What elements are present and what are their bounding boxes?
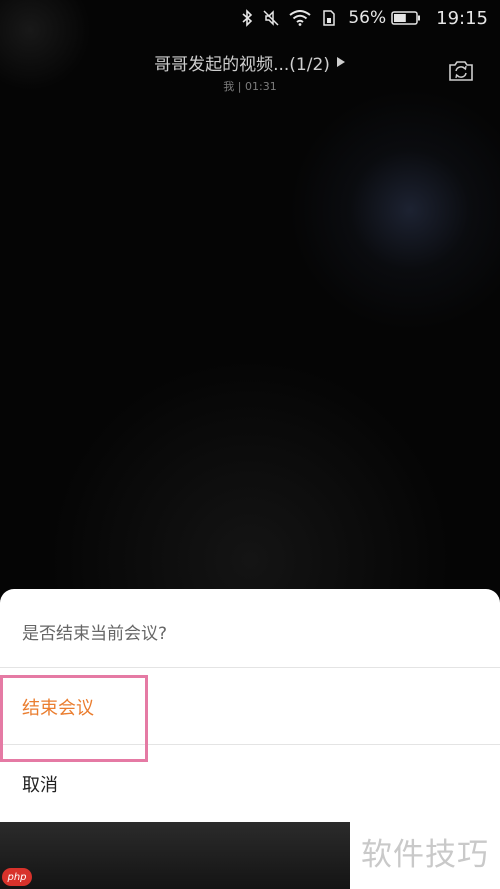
- battery-percent: 56%: [348, 8, 387, 28]
- play-arrow-icon: [336, 53, 346, 73]
- dialog-divider: [0, 667, 500, 668]
- php-badge: php: [2, 868, 32, 886]
- dialog-divider: [0, 744, 500, 745]
- sim-icon: [321, 10, 337, 26]
- call-title: 哥哥发起的视频...(1/2): [154, 55, 330, 75]
- dialog-title: 是否结束当前会议?: [22, 624, 168, 644]
- video-call-screen: 56% 19:15 哥哥发起的视频...(1/2) 我 | 01:31 是否结束…: [0, 0, 500, 889]
- call-header: 哥哥发起的视频...(1/2) 我 | 01:31: [0, 50, 500, 94]
- bluetooth-icon: [241, 9, 253, 27]
- end-meeting-button[interactable]: 结束会议: [0, 669, 500, 745]
- mute-icon: [263, 9, 279, 27]
- cancel-label: 取消: [22, 775, 58, 796]
- cancel-button[interactable]: 取消: [0, 746, 500, 822]
- call-duration: 我 | 01:31: [223, 80, 277, 93]
- watermark-text: 软件技巧: [361, 836, 489, 873]
- status-bar: 56% 19:15: [0, 0, 500, 36]
- end-meeting-dialog: 是否结束当前会议? 结束会议 取消: [0, 589, 500, 822]
- switch-camera-icon[interactable]: [447, 58, 475, 84]
- watermark: 软件技巧: [350, 813, 500, 889]
- wifi-icon: [289, 10, 311, 26]
- end-meeting-label: 结束会议: [22, 698, 94, 719]
- clock: 19:15: [436, 7, 488, 29]
- battery-icon: [391, 10, 421, 26]
- call-title-row[interactable]: 哥哥发起的视频...(1/2): [154, 50, 346, 75]
